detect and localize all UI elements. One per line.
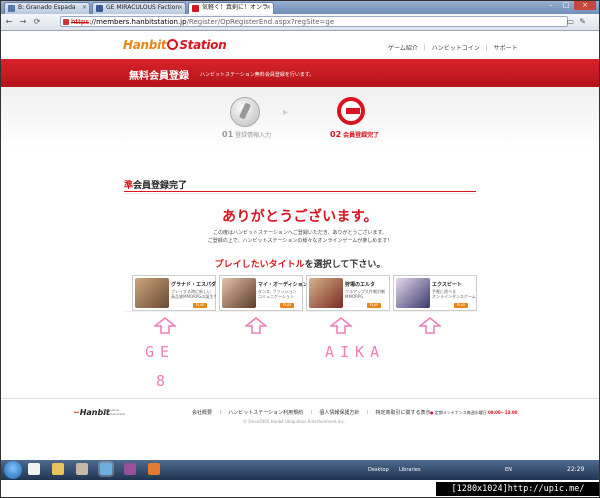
screenshot-frame	[0, 0, 600, 498]
